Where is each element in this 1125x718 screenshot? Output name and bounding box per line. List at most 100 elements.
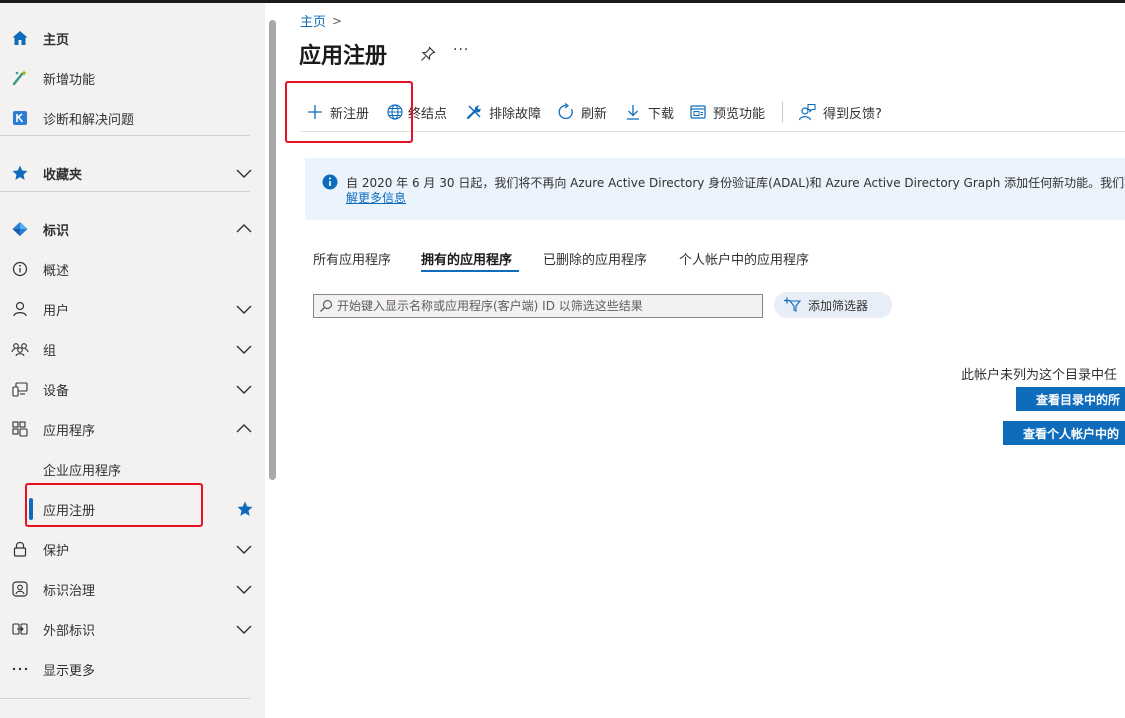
sidebar-item-label: 保护 <box>43 543 70 559</box>
view-personal-apps-button[interactable]: 查看个人帐户中的 <box>1003 421 1125 445</box>
sidebar-item-home[interactable]: 主页 <box>0 18 265 58</box>
devices-icon <box>10 379 30 399</box>
feedback-label: 得到反馈? <box>823 106 882 122</box>
search-icon <box>320 299 333 312</box>
apps-grid-icon <box>10 419 30 439</box>
sidebar-item-users[interactable]: 用户 <box>0 289 265 329</box>
sidebar-item-label: 新增功能 <box>43 72 96 88</box>
info-icon <box>10 259 30 279</box>
sidebar-item-label: 用户 <box>43 303 70 319</box>
sidebar-item-app-registrations[interactable]: 应用注册 <box>0 489 265 529</box>
sidebar-item-external-identities[interactable]: 外部标识 <box>0 609 265 649</box>
sidebar-item-label: 应用注册 <box>43 503 96 519</box>
sidebar-divider <box>0 191 250 192</box>
sidebar-divider <box>0 698 250 699</box>
sidebar-item-protection[interactable]: 保护 <box>0 529 265 569</box>
home-icon <box>10 28 30 48</box>
download-icon <box>627 105 639 120</box>
sidebar-item-identity[interactable]: 标识 <box>0 209 265 249</box>
sidebar-item-label: 主页 <box>43 32 70 48</box>
breadcrumb-separator: > <box>332 13 343 28</box>
chevron-down-icon[interactable] <box>235 540 253 558</box>
tab-deleted-applications[interactable]: 已删除的应用程序 <box>543 249 647 268</box>
search-input[interactable] <box>337 299 757 313</box>
breadcrumb: 主页 > <box>300 11 343 31</box>
sidebar-item-whats-new[interactable]: 新增功能 <box>0 58 265 98</box>
page-title: 应用注册 <box>299 44 388 69</box>
endpoints-label: 终结点 <box>408 106 448 122</box>
sidebar-item-applications[interactable]: 应用程序 <box>0 409 265 449</box>
sidebar-item-label: 概述 <box>43 263 70 279</box>
sidebar-item-label: 标识治理 <box>43 583 96 599</box>
preview-icon <box>690 105 706 119</box>
info-filled-icon <box>322 174 338 190</box>
endpoints-button[interactable]: 终结点 <box>386 100 447 124</box>
globe-icon <box>387 104 403 120</box>
chevron-down-icon[interactable] <box>235 300 253 318</box>
empty-state-text: 此帐户未列为这个目录中任 <box>961 368 1118 383</box>
info-banner-learn-more-link[interactable]: 解更多信息 <box>346 189 406 206</box>
add-filter-button[interactable]: 添加筛选器 <box>774 292 892 318</box>
tab-all-applications[interactable]: 所有应用程序 <box>313 249 391 268</box>
download-button[interactable]: 下载 <box>624 100 674 124</box>
active-tab-underline <box>421 270 519 272</box>
search-field[interactable] <box>313 294 763 318</box>
refresh-icon <box>558 103 573 120</box>
sidebar-item-label: 显示更多 <box>43 663 96 679</box>
feedback-button[interactable]: 得到反馈? <box>798 100 882 124</box>
sidebar-item-show-more[interactable]: 显示更多 <box>0 649 265 689</box>
toolbar-divider <box>300 131 1125 132</box>
chevron-up-icon[interactable] <box>235 220 253 238</box>
chevron-down-icon[interactable] <box>235 620 253 638</box>
user-icon <box>10 299 30 319</box>
breadcrumb-home-link[interactable]: 主页 <box>300 11 326 30</box>
favorite-star-icon[interactable] <box>236 500 254 518</box>
view-directory-apps-button[interactable]: 查看目录中的所 <box>1016 387 1125 411</box>
lock-icon <box>10 539 30 559</box>
info-banner-text: 自 2020 年 6 月 30 日起，我们将不再向 Azure Active D… <box>346 176 1125 190</box>
chevron-down-icon[interactable] <box>235 164 253 182</box>
sidebar-item-label: 应用程序 <box>43 423 96 439</box>
sidebar-item-label: 标识 <box>43 223 70 239</box>
sidebar-item-label: 诊断和解决问题 <box>43 112 135 128</box>
pin-icon[interactable] <box>420 46 436 62</box>
sidebar-item-label: 外部标识 <box>43 623 96 639</box>
sidebar-item-diagnose[interactable]: 诊断和解决问题 <box>0 98 265 138</box>
preview-features-button[interactable]: 预览功能 <box>689 100 765 124</box>
governance-icon <box>10 579 30 599</box>
feedback-person-icon <box>798 103 816 121</box>
tab-personal-account-applications[interactable]: 个人帐户中的应用程序 <box>679 249 809 268</box>
sidebar-item-label: 企业应用程序 <box>43 463 122 479</box>
chevron-down-icon[interactable] <box>235 340 253 358</box>
sidebar-item-favorites[interactable]: 收藏夹 <box>0 153 265 193</box>
sidebar-scrollbar-thumb[interactable] <box>269 20 276 480</box>
add-filter-icon <box>784 297 802 312</box>
sidebar-item-label: 组 <box>43 343 57 359</box>
preview-features-label: 预览功能 <box>713 106 766 122</box>
tools-icon <box>466 105 481 120</box>
chevron-down-icon[interactable] <box>235 380 253 398</box>
identity-diamond-icon <box>10 219 30 239</box>
chevron-up-icon[interactable] <box>235 420 253 438</box>
sidebar-item-enterprise-apps[interactable]: 企业应用程序 <box>0 449 265 489</box>
sidebar: 主页 新增功能 诊断和解决问题 收藏夹 标识 概述 用户 组 设备 应用程序 企… <box>0 3 265 718</box>
sidebar-item-devices[interactable]: 设备 <box>0 369 265 409</box>
sidebar-item-groups[interactable]: 组 <box>0 329 265 369</box>
refresh-button[interactable]: 刷新 <box>557 100 607 124</box>
download-label: 下载 <box>648 106 675 122</box>
troubleshoot-label: 排除故障 <box>489 106 542 122</box>
sidebar-item-identity-governance[interactable]: 标识治理 <box>0 569 265 609</box>
chevron-down-icon[interactable] <box>235 580 253 598</box>
new-registration-button[interactable]: 新注册 <box>306 100 369 124</box>
tab-owned-applications[interactable]: 拥有的应用程序 <box>421 249 512 268</box>
star-icon <box>10 163 30 183</box>
diagnose-icon <box>10 108 30 128</box>
troubleshoot-button[interactable]: 排除故障 <box>465 100 541 124</box>
sidebar-divider <box>0 135 250 136</box>
new-registration-label: 新注册 <box>330 106 370 122</box>
sidebar-item-overview[interactable]: 概述 <box>0 249 265 289</box>
add-filter-label: 添加筛选器 <box>808 298 869 313</box>
more-options-button[interactable]: ··· <box>453 42 469 58</box>
more-icon <box>10 659 30 679</box>
refresh-label: 刷新 <box>581 106 608 122</box>
